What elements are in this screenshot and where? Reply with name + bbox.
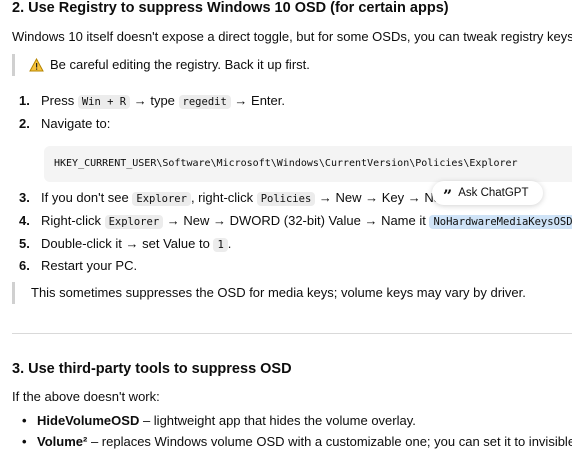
ask-chatgpt-button[interactable]: ” Ask ChatGPT bbox=[432, 181, 543, 205]
step-6: 6. Restart your PC. bbox=[19, 258, 137, 273]
note-text: This sometimes suppresses the OSD for me… bbox=[31, 285, 526, 300]
section-2-heading: 2. Use Registry to suppress Windows 10 O… bbox=[12, 0, 449, 16]
warning-callout: Be careful editing the registry. Back it… bbox=[12, 54, 310, 76]
step-text: Restart your PC. bbox=[41, 258, 138, 273]
step-text: → Enter. bbox=[230, 93, 285, 108]
step-number: 1. bbox=[19, 93, 30, 108]
registry-path-code-block: HKEY_CURRENT_USER\Software\Microsoft\Win… bbox=[44, 146, 572, 182]
step-number: 4. bbox=[19, 213, 30, 228]
tool-name: Volume² bbox=[37, 434, 88, 449]
step-number: 3. bbox=[19, 190, 30, 205]
step-text: Right-click bbox=[41, 213, 105, 228]
step-2: 2. Navigate to: bbox=[19, 116, 110, 131]
inline-code: Win + R bbox=[77, 95, 131, 109]
inline-code: 1 bbox=[213, 238, 228, 252]
tool-description: – replaces Windows volume OSD with a cus… bbox=[87, 434, 572, 449]
inline-code: regedit bbox=[178, 95, 231, 109]
inline-code: Explorer bbox=[132, 192, 191, 206]
tool-description: – lightweight app that hides the volume … bbox=[139, 413, 416, 428]
step-3: 3. If you don't see Explorer, right-click… bbox=[19, 190, 452, 206]
step-number: 5. bbox=[19, 236, 30, 251]
bullet-icon: • bbox=[22, 434, 27, 449]
step-text: If you don't see bbox=[41, 190, 133, 205]
section-3-intro: If the above doesn't work: bbox=[12, 389, 160, 404]
note-callout: This sometimes suppresses the OSD for me… bbox=[12, 282, 526, 304]
section-2-intro: Windows 10 itself doesn't expose a direc… bbox=[12, 29, 572, 44]
section-divider bbox=[12, 333, 572, 334]
highlighted-inline-code[interactable]: NoHardwareMediaKeysOSD bbox=[429, 215, 572, 229]
bullet-icon: • bbox=[22, 413, 27, 428]
step-5: 5. Double-click it → set Value to 1. bbox=[19, 236, 232, 252]
step-number: 6. bbox=[19, 258, 30, 273]
ask-chatgpt-label: Ask ChatGPT bbox=[458, 187, 529, 199]
inline-code: Explorer bbox=[104, 215, 164, 229]
step-text: Press bbox=[41, 93, 78, 108]
quote-icon: ” bbox=[443, 186, 453, 205]
step-text: → New → DWORD (32-bit) Value → Name it bbox=[163, 213, 430, 228]
step-4: 4. Right-click Explorer → New → DWORD (32… bbox=[19, 213, 572, 229]
list-item: • Volume² – replaces Windows volume OSD w… bbox=[12, 434, 572, 449]
inline-code: Policies bbox=[256, 192, 316, 206]
step-number: 2. bbox=[19, 116, 30, 131]
step-text: → type bbox=[130, 93, 179, 108]
tool-name: HideVolumeOSD bbox=[37, 413, 140, 428]
warning-text: Be careful editing the registry. Back it… bbox=[50, 57, 310, 72]
section-3-heading: 3. Use third-party tools to suppress OSD bbox=[12, 361, 292, 377]
step-text: . bbox=[227, 236, 232, 251]
step-text: Double-click it → set Value to bbox=[41, 236, 214, 251]
step-text: , right-click bbox=[190, 190, 257, 205]
step-text: Navigate to: bbox=[41, 116, 111, 131]
list-item: • HideVolumeOSD – lightweight app that hi… bbox=[12, 413, 416, 428]
step-1: 1. Press Win + R → type regedit → Enter. bbox=[19, 93, 285, 109]
warning-icon bbox=[29, 57, 44, 79]
